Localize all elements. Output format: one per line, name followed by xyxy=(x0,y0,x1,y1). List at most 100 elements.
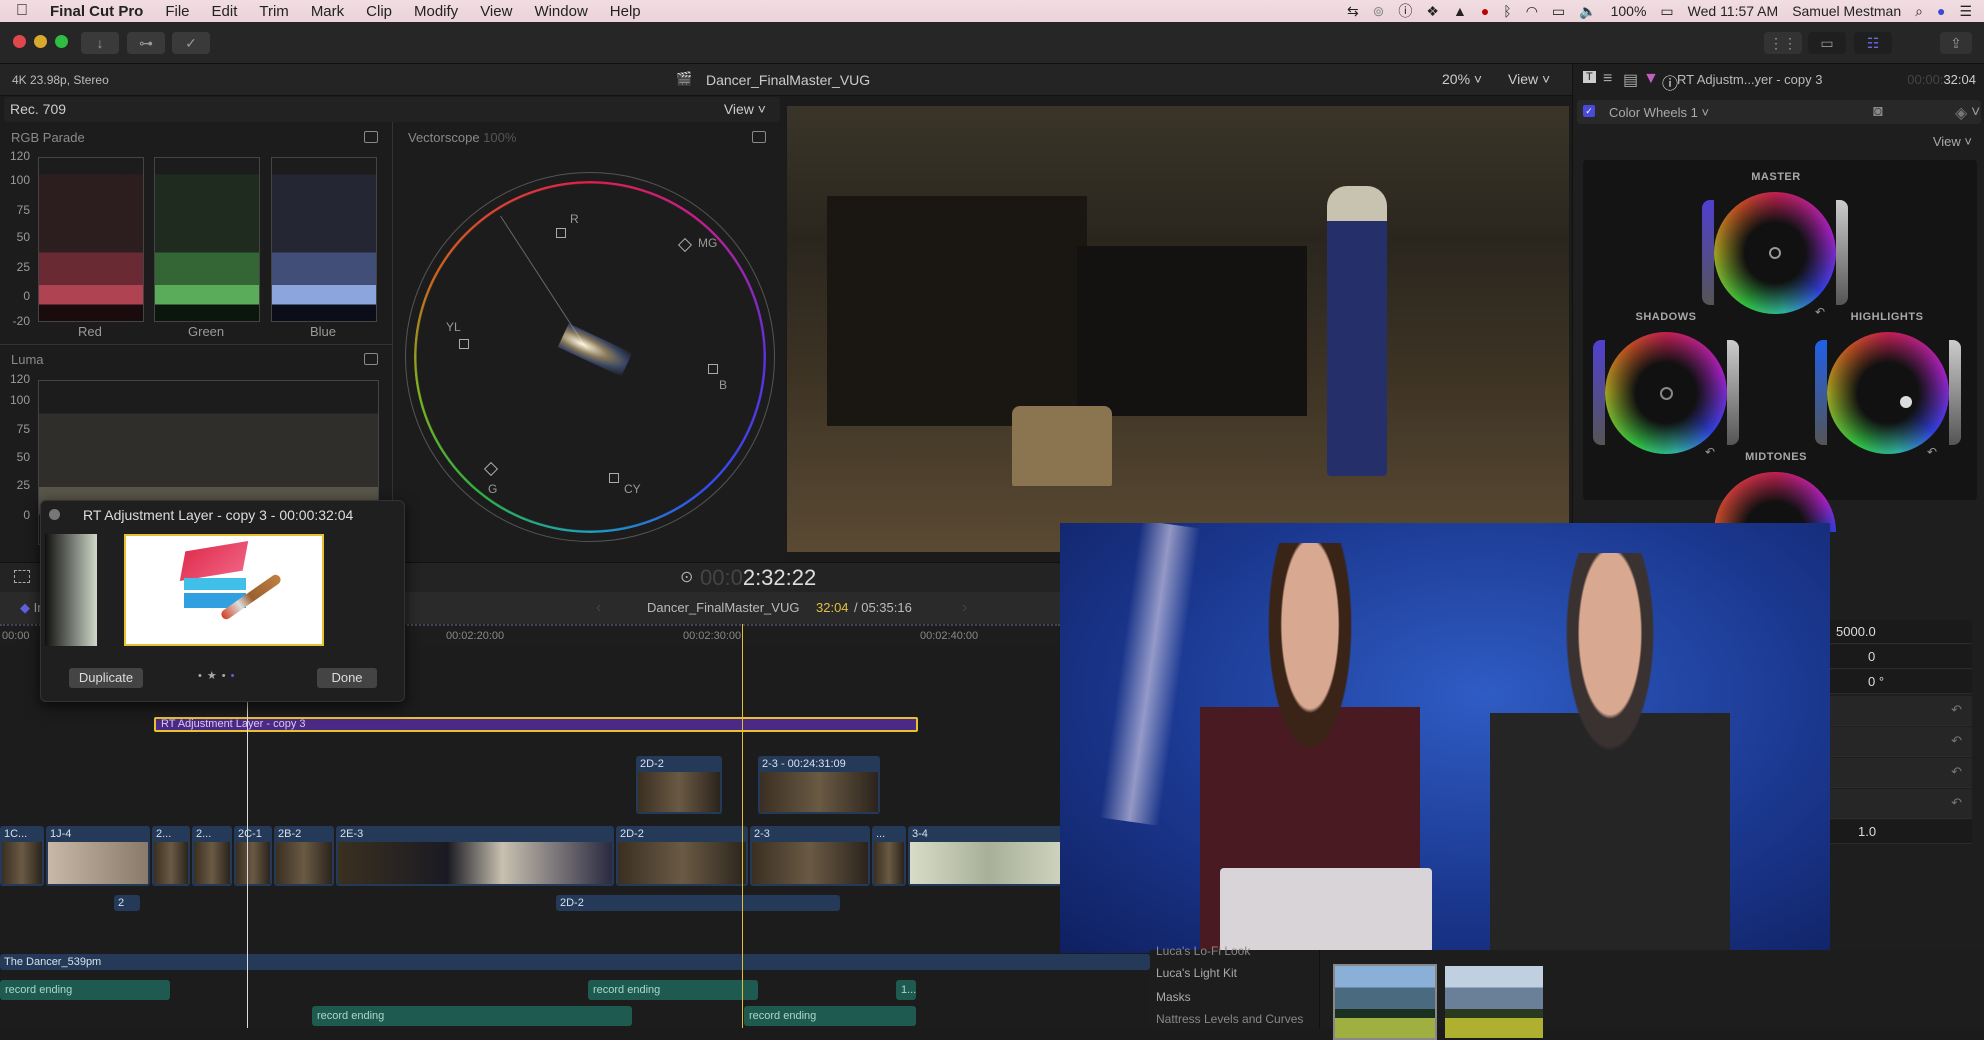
param-group-4[interactable]: ↶ xyxy=(1830,789,1972,819)
inspector-view-dropdown[interactable]: View ˅ xyxy=(1933,134,1972,149)
info-inspector-icon[interactable]: ⓘ xyxy=(1662,70,1678,94)
notification-center-icon[interactable]: ☰ xyxy=(1959,3,1972,20)
primary-clip[interactable]: 2... xyxy=(152,826,190,886)
shadows-saturation-slider[interactable] xyxy=(1593,340,1605,445)
volume-icon[interactable]: 🔈 xyxy=(1579,3,1596,20)
scope-settings-icon[interactable] xyxy=(364,353,378,365)
audio-clip[interactable]: record ending xyxy=(312,1006,632,1026)
apple-icon[interactable]:  xyxy=(16,2,28,20)
import-icon[interactable]: ↓ xyxy=(81,32,119,54)
effect-enable-checkbox[interactable]: ✓ xyxy=(1583,105,1595,117)
param-mix[interactable]: 1.0 xyxy=(1830,820,1972,844)
previous-variation-thumbnail[interactable] xyxy=(45,534,97,646)
highlights-brightness-slider[interactable] xyxy=(1949,340,1961,445)
history-forward-icon[interactable]: › xyxy=(962,599,967,617)
param-group-2[interactable]: ↶ xyxy=(1830,727,1972,757)
param-group-3[interactable]: ↶ xyxy=(1830,758,1972,788)
keywords-icon[interactable]: ⊶ xyxy=(127,32,165,54)
user-name[interactable]: Samuel Mestman xyxy=(1792,3,1901,19)
param-temperature[interactable]: 5000.0 xyxy=(1830,620,1972,644)
index-toggle-icon[interactable] xyxy=(14,570,30,583)
primary-clip[interactable]: 2E-3 xyxy=(336,826,614,886)
spotlight-icon[interactable]: ⌕ xyxy=(1915,3,1923,20)
page-dots[interactable]: •★•• xyxy=(198,669,239,682)
highlights-saturation-slider[interactable] xyxy=(1815,340,1827,445)
record-icon[interactable]: ● xyxy=(1481,3,1489,19)
category-item[interactable]: Masks xyxy=(1156,990,1191,1004)
menu-modify[interactable]: Modify xyxy=(414,3,458,20)
audio-clip[interactable]: 1... xyxy=(896,980,916,1000)
inspector-layout-icon[interactable]: ☷ xyxy=(1854,32,1892,54)
shadows-brightness-slider[interactable] xyxy=(1727,340,1739,445)
close-button[interactable] xyxy=(13,35,26,48)
clock[interactable]: Wed 11:57 AM xyxy=(1688,3,1779,19)
menu-window[interactable]: Window xyxy=(534,3,587,20)
scope-settings-icon[interactable] xyxy=(752,131,766,143)
primary-clip[interactable]: 2C-1 xyxy=(234,826,272,886)
effect-thumbnail[interactable] xyxy=(1445,966,1543,1038)
scopes-view-dropdown[interactable]: View ˅ xyxy=(724,101,766,117)
menu-trim[interactable]: Trim xyxy=(259,3,288,20)
text-inspector-icon[interactable]: T xyxy=(1583,71,1596,83)
duplicate-button[interactable]: Duplicate xyxy=(69,668,143,688)
done-button[interactable]: Done xyxy=(317,668,377,688)
master-brightness-slider[interactable] xyxy=(1836,200,1848,305)
menu-mark[interactable]: Mark xyxy=(311,3,344,20)
video-inspector-icon[interactable]: ▤ xyxy=(1623,70,1638,90)
wifi-icon[interactable]: ◠ xyxy=(1526,3,1538,20)
audio-clip[interactable]: record ending xyxy=(744,1006,916,1026)
playhead[interactable] xyxy=(742,624,743,1028)
master-saturation-slider[interactable] xyxy=(1702,200,1714,305)
secondary-storyline-clip[interactable]: 2D-2 xyxy=(556,895,840,911)
primary-clip[interactable]: 2... xyxy=(192,826,232,886)
mix-value[interactable]: 1.0 xyxy=(1858,824,1876,839)
highlights-wheel-puck[interactable] xyxy=(1900,396,1912,408)
dropbox-icon[interactable]: ❖ xyxy=(1426,3,1439,20)
zoom-button[interactable] xyxy=(55,35,68,48)
primary-clip[interactable]: 1J-4 xyxy=(46,826,150,886)
menu-view[interactable]: View xyxy=(480,3,512,20)
audio-clip[interactable]: record ending xyxy=(588,980,758,1000)
timeline[interactable]: RT Adjustment Layer - copy 3 2D-2 2-3 - … xyxy=(0,624,1150,1028)
primary-clip[interactable]: 2-3 xyxy=(750,826,870,886)
category-item[interactable]: Luca's Light Kit xyxy=(1156,966,1237,980)
timeline-timecode[interactable]: 00:02:32:22 xyxy=(700,565,816,591)
hue-value[interactable]: 0 ° xyxy=(1868,674,1884,689)
creative-cloud-icon[interactable]: ⊚ xyxy=(1373,3,1385,20)
minimize-button[interactable] xyxy=(34,35,47,48)
category-item[interactable]: Luca's Lo-Fi Look xyxy=(1156,944,1250,958)
generator-icon[interactable]: ≡ xyxy=(1603,70,1612,88)
bluetooth-icon[interactable]: ᛒ xyxy=(1503,3,1511,19)
connected-clip[interactable]: 2D-2 xyxy=(636,756,722,814)
menu-file[interactable]: File xyxy=(165,3,189,20)
share-icon[interactable]: ⇪ xyxy=(1940,32,1972,54)
primary-clip[interactable]: 2B-2 xyxy=(274,826,334,886)
viewer-zoom-dropdown[interactable]: 20% ˅ xyxy=(1442,71,1482,87)
highlights-reset-icon[interactable]: ↶ xyxy=(1927,445,1937,459)
reset-icon[interactable]: ↶ xyxy=(1951,795,1962,811)
primary-clip[interactable]: 2D-2 xyxy=(616,826,748,886)
timeline-layout-icon[interactable]: ▭ xyxy=(1808,32,1846,54)
reset-icon[interactable]: ↶ xyxy=(1951,702,1962,718)
viewer-canvas[interactable] xyxy=(787,106,1569,552)
primary-clip[interactable]: ... xyxy=(872,826,906,886)
google-drive-icon[interactable]: ▲ xyxy=(1453,3,1467,19)
scope-settings-icon[interactable] xyxy=(364,131,378,143)
param-tint[interactable]: 0 xyxy=(1830,645,1972,669)
menu-app-name[interactable]: Final Cut Pro xyxy=(50,3,143,20)
primary-clip[interactable]: 3-4 xyxy=(908,826,1068,886)
browser-layout-icon[interactable]: ⋮⋮ xyxy=(1764,32,1802,54)
history-back-icon[interactable]: ‹ xyxy=(596,599,601,617)
background-tasks-icon[interactable]: ✓ xyxy=(172,32,210,54)
keyframe-icon[interactable]: ◈ xyxy=(1955,103,1967,123)
mask-icon[interactable]: ◙ xyxy=(1873,103,1883,121)
shadows-wheel-puck[interactable] xyxy=(1660,387,1673,400)
primary-clip[interactable]: 1C... xyxy=(0,826,44,886)
siri-icon[interactable]: ● xyxy=(1937,3,1945,19)
reset-icon[interactable]: ↶ xyxy=(1951,764,1962,780)
highlights-color-wheel[interactable] xyxy=(1827,332,1949,454)
effect-thumbnail[interactable] xyxy=(1333,964,1437,1040)
viewer-view-dropdown[interactable]: View ˅ xyxy=(1508,71,1550,87)
secondary-storyline-clip[interactable]: 2 xyxy=(114,895,140,911)
category-item[interactable]: Nattress Levels and Curves xyxy=(1156,1012,1303,1026)
